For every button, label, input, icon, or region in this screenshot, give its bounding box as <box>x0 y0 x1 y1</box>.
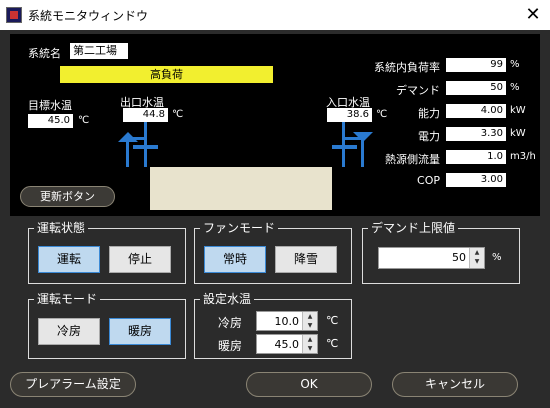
refresh-button[interactable]: 更新ボタン <box>20 186 115 207</box>
metric-value: 3.00 <box>446 173 506 187</box>
target-temp-label: 目標水温 <box>28 99 72 112</box>
demand-limit-title: デマンド上限値 <box>368 221 459 235</box>
title-bar: 系統モニタウィンドウ ✕ <box>0 0 550 30</box>
system-name-value: 第二工場 <box>70 43 128 59</box>
spin-arrows-icon[interactable]: ▲ ▼ <box>302 312 317 330</box>
setpoint-title: 設定水温 <box>200 292 255 306</box>
inlet-temp-unit: ℃ <box>376 109 388 120</box>
metric-unit: % <box>510 82 520 93</box>
heat-setpoint-value: 45.0 <box>274 338 300 351</box>
prealarm-button[interactable]: プレアラーム設定 <box>10 372 136 397</box>
arrow-down-icon <box>353 132 373 142</box>
fan-title: ファンモード <box>200 221 279 235</box>
metric-value: 50 <box>446 81 506 95</box>
arrow-up-icon <box>118 132 138 142</box>
metric-label: 電力 <box>418 130 440 143</box>
metric-unit: kW <box>510 128 526 139</box>
outlet-temp-value: 44.8 <box>123 108 168 122</box>
metric-unit: % <box>510 59 520 70</box>
mode-title: 運転モード <box>34 292 101 306</box>
metric-label: 熱源側流量 <box>385 153 440 166</box>
metric-value: 1.0 <box>446 150 506 164</box>
metric-value: 3.30 <box>446 127 506 141</box>
window-title: 系統モニタウィンドウ <box>28 9 149 23</box>
metric-label: 系統内負荷率 <box>374 61 440 74</box>
fan-snow-button[interactable]: 降雪 <box>275 246 337 273</box>
run-button[interactable]: 運転 <box>38 246 100 273</box>
spin-arrows-icon[interactable]: ▲ ▼ <box>469 248 484 268</box>
inlet-valve <box>332 145 357 149</box>
metric-label: デマンド <box>396 84 440 97</box>
cool-setpoint-stepper[interactable]: 10.0 ▲ ▼ <box>256 311 318 331</box>
heat-setpoint-unit: ℃ <box>326 337 339 350</box>
metric-value: 99 <box>446 58 506 72</box>
inlet-temp-value: 38.6 <box>327 108 372 122</box>
status-bar: 高負荷 <box>60 66 273 83</box>
heat-setpoint-stepper[interactable]: 45.0 ▲ ▼ <box>256 334 318 354</box>
cancel-button[interactable]: キャンセル <box>392 372 518 397</box>
demand-limit-stepper[interactable]: 50 ▲ ▼ <box>378 247 485 269</box>
cool-setpoint-unit: ℃ <box>326 314 339 327</box>
metric-label: COP <box>417 174 440 187</box>
outlet-valve <box>133 145 158 149</box>
heat-mode-button[interactable]: 暖房 <box>109 318 171 345</box>
spin-arrows-icon[interactable]: ▲ ▼ <box>302 335 317 353</box>
operation-title: 運転状態 <box>34 221 89 235</box>
tank <box>150 167 332 210</box>
heat-setpoint-label: 暖房 <box>218 339 243 353</box>
demand-limit-unit: % <box>492 252 502 263</box>
system-name-label: 系統名 <box>28 47 61 60</box>
ok-button[interactable]: OK <box>246 372 372 397</box>
fan-normal-button[interactable]: 常時 <box>204 246 266 273</box>
cool-setpoint-value: 10.0 <box>274 315 300 328</box>
cool-mode-button[interactable]: 冷房 <box>38 318 100 345</box>
target-temp-unit: ℃ <box>78 115 90 126</box>
target-temp-value: 45.0 <box>28 114 73 128</box>
close-icon[interactable]: ✕ <box>520 2 546 28</box>
metric-unit: m3/h <box>510 151 536 162</box>
demand-limit-value: 50 <box>452 251 466 264</box>
app-icon <box>6 7 22 23</box>
metric-label: 能力 <box>418 107 440 120</box>
metric-unit: kW <box>510 105 526 116</box>
outlet-temp-unit: ℃ <box>172 109 184 120</box>
metric-value: 4.00 <box>446 104 506 118</box>
stop-button[interactable]: 停止 <box>109 246 171 273</box>
cool-setpoint-label: 冷房 <box>218 316 243 330</box>
